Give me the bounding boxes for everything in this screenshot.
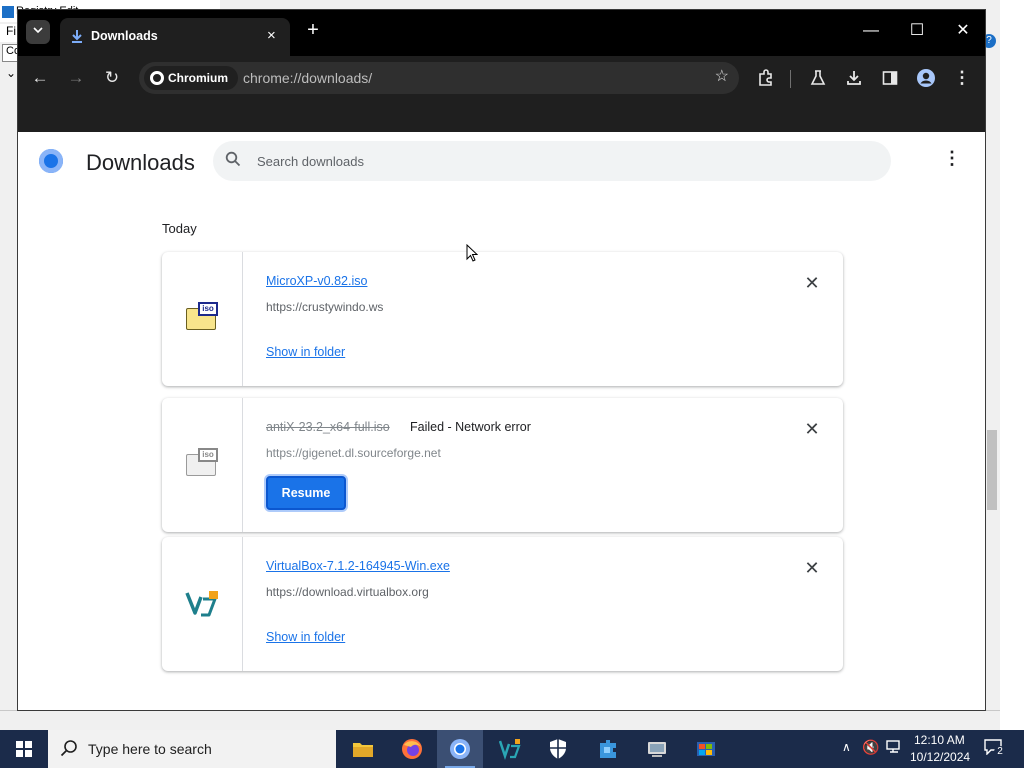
chromium-icon bbox=[150, 71, 164, 85]
taskbar-app-security[interactable] bbox=[535, 730, 581, 768]
tab-downloads[interactable]: Downloads × bbox=[60, 18, 290, 56]
url-text[interactable]: chrome://downloads/ bbox=[243, 70, 372, 86]
file-explorer-icon bbox=[353, 743, 373, 757]
download-icon-column: iso bbox=[162, 252, 243, 386]
download-icon-column bbox=[162, 537, 243, 671]
taskbar: Type here to search ∧ 🔇 12:10 AM 10/12/2… bbox=[0, 730, 1024, 768]
downloads-page: Downloads ⋮ Today iso MicroXP-v0.82.iso … bbox=[18, 132, 985, 710]
download-item: VirtualBox-7.1.2-164945-Win.exe https://… bbox=[162, 537, 843, 671]
toolbar-divider bbox=[790, 70, 791, 88]
clock-time[interactable]: 12:10 AM bbox=[914, 733, 965, 747]
site-info-chip[interactable]: Chromium bbox=[144, 66, 238, 90]
show-in-folder-link[interactable]: Show in folder bbox=[266, 345, 345, 359]
taskbar-search[interactable]: Type here to search bbox=[48, 730, 336, 768]
taskbar-app-chromium[interactable] bbox=[437, 730, 483, 768]
network-app-icon bbox=[648, 742, 666, 757]
tab-title: Downloads bbox=[91, 29, 158, 43]
remove-download-close-icon[interactable]: ✕ bbox=[803, 420, 821, 438]
start-button[interactable] bbox=[0, 730, 48, 768]
resume-button[interactable]: Resume bbox=[266, 476, 346, 510]
minimize-button[interactable]: — bbox=[851, 20, 891, 44]
network-icon[interactable] bbox=[886, 739, 904, 760]
download-source-url: https://gigenet.dl.sourceforge.net bbox=[266, 446, 441, 460]
browser-titlebar: Downloads × + — ☐ ✕ bbox=[18, 10, 985, 56]
remove-download-close-icon[interactable]: ✕ bbox=[803, 274, 821, 292]
virtualbox-icon bbox=[185, 589, 221, 619]
tab-close-icon[interactable]: × bbox=[267, 27, 276, 44]
download-file-name-link[interactable]: MicroXP-v0.82.iso bbox=[266, 274, 367, 288]
download-icon bbox=[70, 29, 84, 43]
page-title: Downloads bbox=[86, 150, 195, 175]
chromium-logo-icon bbox=[39, 149, 63, 173]
bookmark-star-icon[interactable]: ☆ bbox=[715, 66, 729, 86]
menu-icon[interactable]: ⋮ bbox=[948, 64, 976, 92]
download-source-url: https://download.virtualbox.org bbox=[266, 585, 429, 599]
taskbar-app-network[interactable] bbox=[634, 730, 680, 768]
download-item: iso antiX-23.2_x64-full.iso Failed - Net… bbox=[162, 398, 843, 532]
notification-count: 2 bbox=[994, 746, 1006, 758]
tab-search-button[interactable] bbox=[26, 20, 50, 44]
browser-window: Downloads × + — ☐ ✕ ← → ↻ Chromium chrom… bbox=[17, 9, 986, 711]
browser-toolbar: ← → ↻ Chromium chrome://downloads/ ☆ ⋮ bbox=[18, 56, 985, 132]
iso-file-icon: iso bbox=[186, 302, 218, 330]
clock-date[interactable]: 10/12/2024 bbox=[910, 750, 970, 764]
virtualbox-icon bbox=[499, 739, 521, 760]
back-button[interactable]: ← bbox=[26, 64, 54, 92]
download-item: iso MicroXP-v0.82.iso https://crustywind… bbox=[162, 252, 843, 386]
volume-muted-icon[interactable]: 🔇 bbox=[862, 739, 879, 756]
notifications-button[interactable]: 2 bbox=[984, 739, 1006, 759]
search-icon bbox=[225, 151, 243, 169]
search-input[interactable] bbox=[257, 151, 857, 171]
chevron-down-icon bbox=[33, 27, 43, 34]
taskbar-app-puzzle[interactable] bbox=[585, 730, 631, 768]
side-panel-icon[interactable] bbox=[876, 64, 904, 92]
puzzle-app-icon bbox=[600, 740, 616, 758]
extensions-icon[interactable] bbox=[752, 64, 780, 92]
search-icon bbox=[60, 739, 78, 762]
date-section-label: Today bbox=[162, 221, 197, 236]
download-icon-column: iso bbox=[162, 398, 243, 532]
windows-xp-icon bbox=[697, 742, 715, 756]
taskbar-app-windows-xp[interactable] bbox=[683, 730, 729, 768]
chromium-icon bbox=[450, 739, 470, 759]
firefox-icon bbox=[402, 739, 422, 759]
close-window-button[interactable]: ✕ bbox=[943, 20, 983, 44]
download-file-name: antiX-23.2_x64-full.iso bbox=[266, 420, 390, 434]
registry-icon bbox=[2, 6, 14, 18]
chevron-down-icon[interactable]: ⌄ bbox=[6, 66, 16, 80]
download-source-url: https://crustywindo.ws bbox=[266, 300, 384, 314]
taskbar-app-file-explorer[interactable] bbox=[340, 730, 386, 768]
labs-icon[interactable] bbox=[804, 64, 832, 92]
chevron-up-icon[interactable]: ∧ bbox=[842, 740, 851, 754]
search-box[interactable] bbox=[213, 141, 891, 181]
download-status-text: Failed - Network error bbox=[410, 420, 531, 434]
address-bar[interactable]: Chromium chrome://downloads/ ☆ bbox=[139, 62, 739, 94]
page-menu-icon[interactable]: ⋮ bbox=[943, 148, 961, 172]
mouse-cursor-icon bbox=[466, 244, 478, 262]
site-chip-label: Chromium bbox=[168, 71, 228, 85]
system-tray: ∧ 🔇 12:10 AM 10/12/2024 2 bbox=[836, 730, 1024, 768]
maximize-button[interactable]: ☐ bbox=[897, 20, 937, 44]
background-status-area bbox=[0, 710, 1000, 730]
reload-button[interactable]: ↻ bbox=[98, 64, 126, 92]
remove-download-close-icon[interactable]: ✕ bbox=[803, 559, 821, 577]
windows-logo-icon bbox=[16, 741, 32, 757]
downloads-icon[interactable] bbox=[840, 64, 868, 92]
forward-button[interactable]: → bbox=[62, 64, 90, 92]
profile-icon[interactable] bbox=[912, 64, 940, 92]
background-scroll-thumb[interactable] bbox=[987, 430, 997, 510]
security-shield-icon bbox=[550, 739, 566, 759]
taskbar-app-firefox[interactable] bbox=[389, 730, 435, 768]
taskbar-search-placeholder: Type here to search bbox=[88, 741, 212, 757]
taskbar-app-virtualbox[interactable] bbox=[487, 730, 533, 768]
new-tab-button[interactable]: + bbox=[301, 19, 325, 43]
iso-file-icon: iso bbox=[186, 448, 218, 476]
download-file-name-link[interactable]: VirtualBox-7.1.2-164945-Win.exe bbox=[266, 559, 450, 573]
show-in-folder-link[interactable]: Show in folder bbox=[266, 630, 345, 644]
